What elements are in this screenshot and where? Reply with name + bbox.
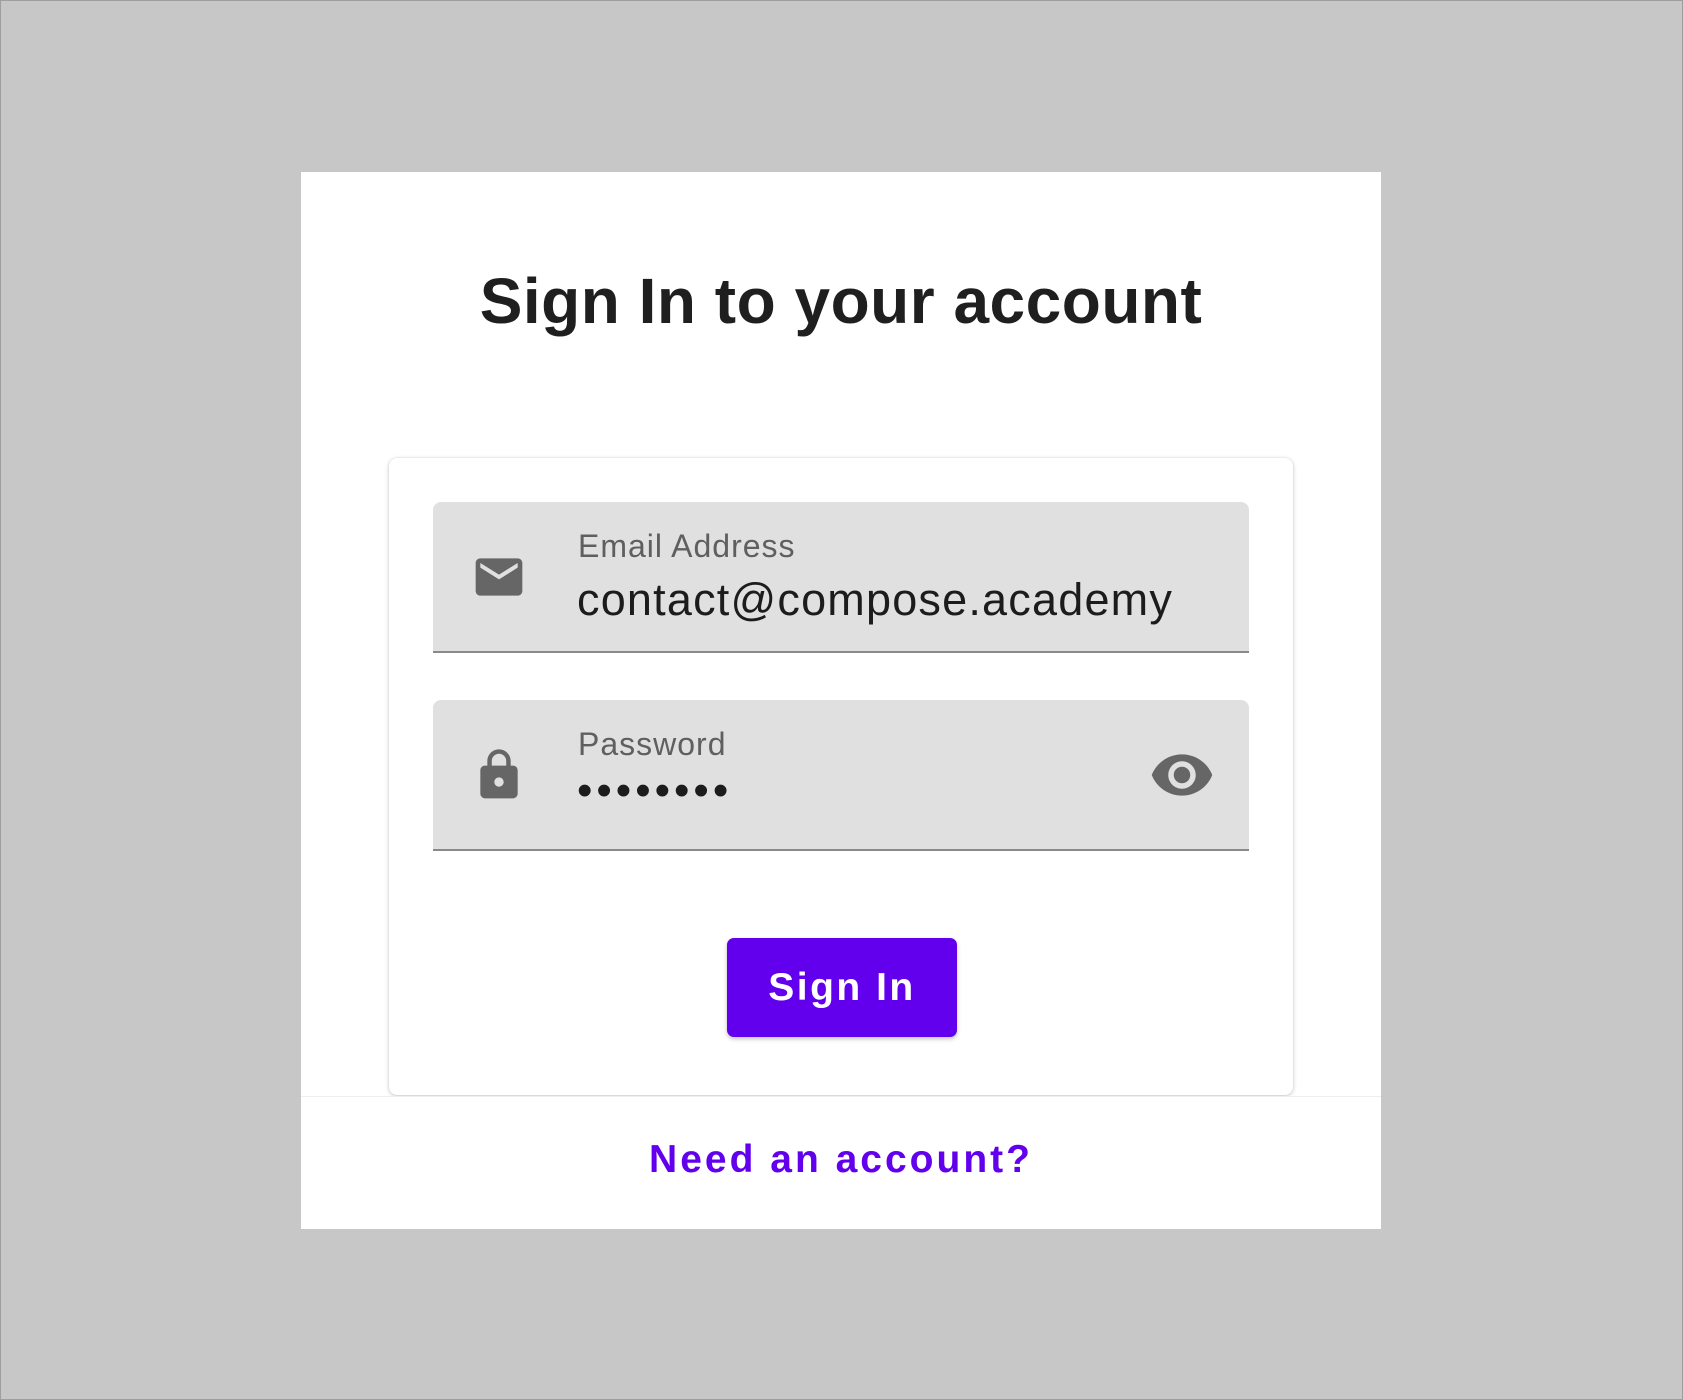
sign-in-card: Email Address contact@compose.academy Pa… bbox=[389, 458, 1293, 1095]
password-field[interactable]: Password •••••••• bbox=[433, 700, 1249, 851]
password-field-value[interactable]: •••••••• bbox=[577, 766, 732, 816]
email-field-label: Email Address bbox=[578, 528, 796, 564]
mail-icon bbox=[471, 549, 527, 605]
sign-in-screen: Sign In to your account Email Address co… bbox=[301, 172, 1381, 1229]
lock-icon bbox=[471, 747, 527, 803]
need-account-link[interactable]: Need an account? bbox=[649, 1138, 1033, 1182]
eye-icon[interactable] bbox=[1149, 742, 1215, 808]
email-field[interactable]: Email Address contact@compose.academy bbox=[433, 502, 1249, 653]
page-title: Sign In to your account bbox=[479, 265, 1203, 337]
sign-in-button[interactable]: Sign In bbox=[727, 938, 957, 1037]
password-field-label: Password bbox=[578, 726, 727, 762]
footer-bar: Need an account? bbox=[301, 1096, 1381, 1229]
email-field-value[interactable]: contact@compose.academy bbox=[577, 574, 1173, 626]
